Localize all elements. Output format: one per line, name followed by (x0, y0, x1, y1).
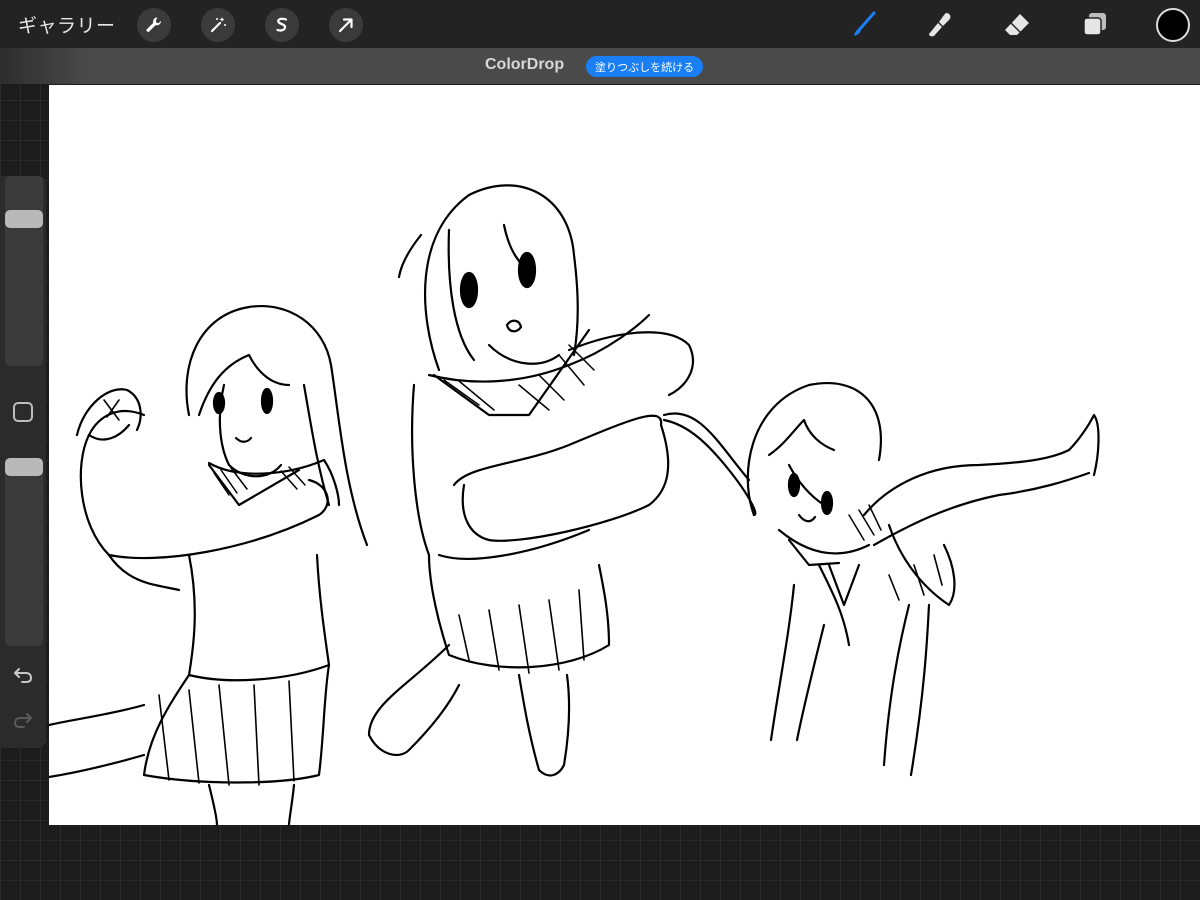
redo-button[interactable] (11, 708, 35, 732)
color-picker-button[interactable] (1156, 8, 1190, 42)
gallery-button[interactable]: ギャラリー (18, 11, 116, 38)
selection-icon (276, 17, 288, 32)
modify-button[interactable] (13, 402, 33, 422)
middle-girl-drawing (367, 184, 694, 777)
left-sidebar (0, 176, 46, 748)
opacity-thumb[interactable] (5, 458, 43, 476)
smudge-icon (929, 13, 951, 37)
brush-tool[interactable] (845, 7, 881, 43)
brush-icon (854, 11, 876, 36)
left-girl-drawing (49, 305, 369, 825)
wrench-icon (146, 17, 161, 32)
eraser-icon (1005, 14, 1029, 35)
eraser-tool[interactable] (999, 7, 1035, 43)
top-toolbar: ギャラリー (0, 0, 1200, 48)
layers-tool[interactable] (1077, 7, 1113, 43)
status-title: ColorDrop (485, 56, 565, 73)
layers-icon (1083, 13, 1106, 36)
smudge-tool[interactable] (922, 7, 958, 43)
transform-arrow-icon (338, 18, 353, 33)
undo-icon (14, 668, 32, 683)
magic-wand-icon (210, 17, 226, 33)
adjustments-button[interactable] (201, 8, 235, 42)
right-girl-drawing (662, 382, 1100, 777)
selection-button[interactable] (265, 8, 299, 42)
opacity-slider[interactable] (5, 458, 43, 646)
transform-button[interactable] (329, 8, 363, 42)
brush-size-slider[interactable] (5, 176, 43, 366)
continue-filling-button[interactable]: 塗りつぶしを続ける (586, 56, 704, 77)
brush-size-thumb[interactable] (5, 210, 43, 229)
drawing-canvas[interactable] (49, 85, 1200, 825)
sketch-artwork (49, 184, 1100, 825)
actions-button[interactable] (137, 8, 171, 42)
undo-button[interactable] (11, 663, 35, 687)
redo-icon (14, 713, 32, 728)
